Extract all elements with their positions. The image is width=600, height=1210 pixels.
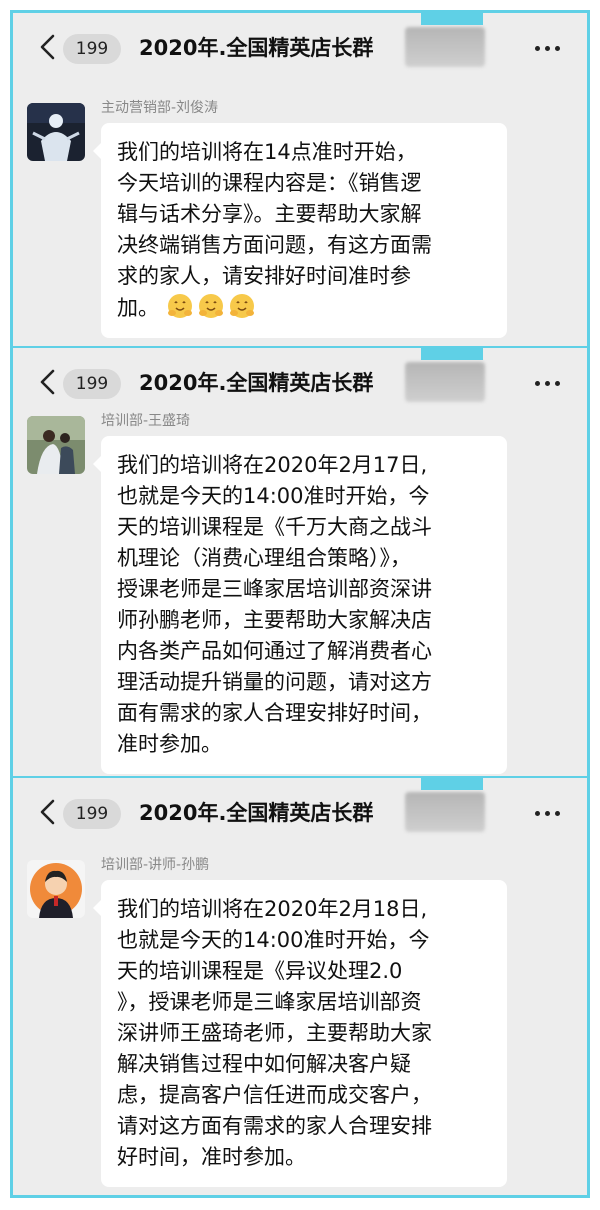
message-line: 也就是今天的14:00准时开始，今 <box>117 484 430 508</box>
back-chevron-icon[interactable] <box>35 798 61 826</box>
more-options-icon[interactable] <box>535 46 561 52</box>
message-line: 授课老师是三峰家居培训部资深讲 <box>117 577 432 601</box>
highlight-marker <box>421 348 483 360</box>
back-chevron-icon[interactable] <box>35 368 61 396</box>
chat-header: 199 2020年.全国精英店长群 <box>13 13 587 83</box>
chat-header: 199 2020年.全国精英店长群 <box>13 778 587 848</box>
redacted-group-name <box>405 362 485 402</box>
message-line: 也就是今天的14:00准时开始，今 <box>117 928 430 952</box>
hugging-face-icon <box>167 294 192 318</box>
message-line: 加。 <box>117 292 491 324</box>
avatar[interactable] <box>27 103 85 161</box>
message-line: 辑与话术分享》。主要帮助大家解 <box>117 202 422 226</box>
message-line: 求的家人，请安排好时间准时参 <box>117 264 411 288</box>
message-bubble[interactable]: 我们的培训将在2020年2月18日, 也就是今天的14:00准时开始，今 天的培… <box>93 880 507 1187</box>
message-line: 理活动提升销量的问题，请对这方 <box>117 670 432 694</box>
message-line: 天的培训课程是《异议处理2.0 <box>117 959 403 983</box>
unread-count-badge[interactable]: 199 <box>63 369 121 399</box>
avatar[interactable] <box>27 860 85 918</box>
sender-name: 培训部-王盛琦 <box>101 413 191 429</box>
message-line: 》，授课老师是三峰家居培训部资 <box>117 990 422 1014</box>
chat-header: 199 2020年.全国精英店长群 <box>13 348 587 418</box>
message-line: 我们的培训将在2020年2月17日, <box>117 453 428 477</box>
message-line-text: 加。 <box>117 296 159 320</box>
message-line: 请对这方面有需求的家人合理安排 <box>117 1114 432 1138</box>
message-line: 机理论（消费心理组合策略）》， <box>117 546 411 570</box>
message-line: 准时参加。 <box>117 732 222 756</box>
message-line: 解决销售过程中如何解决客户疑 <box>117 1052 411 1076</box>
message-line: 面有需求的家人合理安排好时间， <box>117 701 432 725</box>
sender-name: 主动营销部-刘俊涛 <box>101 100 219 116</box>
more-options-icon[interactable] <box>535 381 561 387</box>
highlight-marker <box>421 778 483 790</box>
avatar[interactable] <box>27 416 85 474</box>
message-bubble[interactable]: 我们的培训将在14点准时开始， 今天培训的课程内容是：《销售逻 辑与话术分享》。… <box>93 123 507 338</box>
message-line: 我们的培训将在2020年2月18日, <box>117 897 428 921</box>
more-options-icon[interactable] <box>535 811 561 817</box>
group-title: 2020年.全国精英店长群 <box>139 801 374 825</box>
message-bubble[interactable]: 我们的培训将在2020年2月17日, 也就是今天的14:00准时开始，今 天的培… <box>93 436 507 774</box>
hugging-face-icon <box>198 294 223 318</box>
unread-count-badge[interactable]: 199 <box>63 799 121 829</box>
chat-screenshot-3: 199 2020年.全国精英店长群 培训部-讲师-孙鹏 我们的培训将在2020年… <box>10 778 590 1198</box>
unread-count-badge[interactable]: 199 <box>63 34 121 64</box>
chat-screenshot-1: 199 2020年.全国精英店长群 主动营销部-刘俊涛 我们的培训将在14点准时… <box>10 10 590 348</box>
message-line: 虑，提高客户信任进而成交客户， <box>117 1083 432 1107</box>
back-chevron-icon[interactable] <box>35 33 61 61</box>
redacted-group-name <box>405 27 485 67</box>
highlight-marker <box>421 13 483 25</box>
message-line: 师孙鹏老师，主要帮助大家解决店 <box>117 608 432 632</box>
message-line: 我们的培训将在14点准时开始， <box>117 140 417 164</box>
hugging-face-icon <box>229 294 254 318</box>
group-title: 2020年.全国精英店长群 <box>139 36 374 60</box>
message-line: 今天培训的课程内容是：《销售逻 <box>117 171 422 195</box>
message-line: 天的培训课程是《千万大商之战斗 <box>117 515 432 539</box>
group-title: 2020年.全国精英店长群 <box>139 371 374 395</box>
message-line: 内各类产品如何通过了解消费者心 <box>117 639 432 663</box>
message-line: 决终端销售方面问题，有这方面需 <box>117 233 432 257</box>
chat-screenshot-2: 199 2020年.全国精英店长群 培训部-王盛琦 我们的培训将在2020年2月… <box>10 348 590 778</box>
message-line: 好时间，准时参加。 <box>117 1145 306 1169</box>
message-line: 深讲师王盛琦老师，主要帮助大家 <box>117 1021 432 1045</box>
redacted-group-name <box>405 792 485 832</box>
sender-name: 培训部-讲师-孙鹏 <box>101 857 210 873</box>
